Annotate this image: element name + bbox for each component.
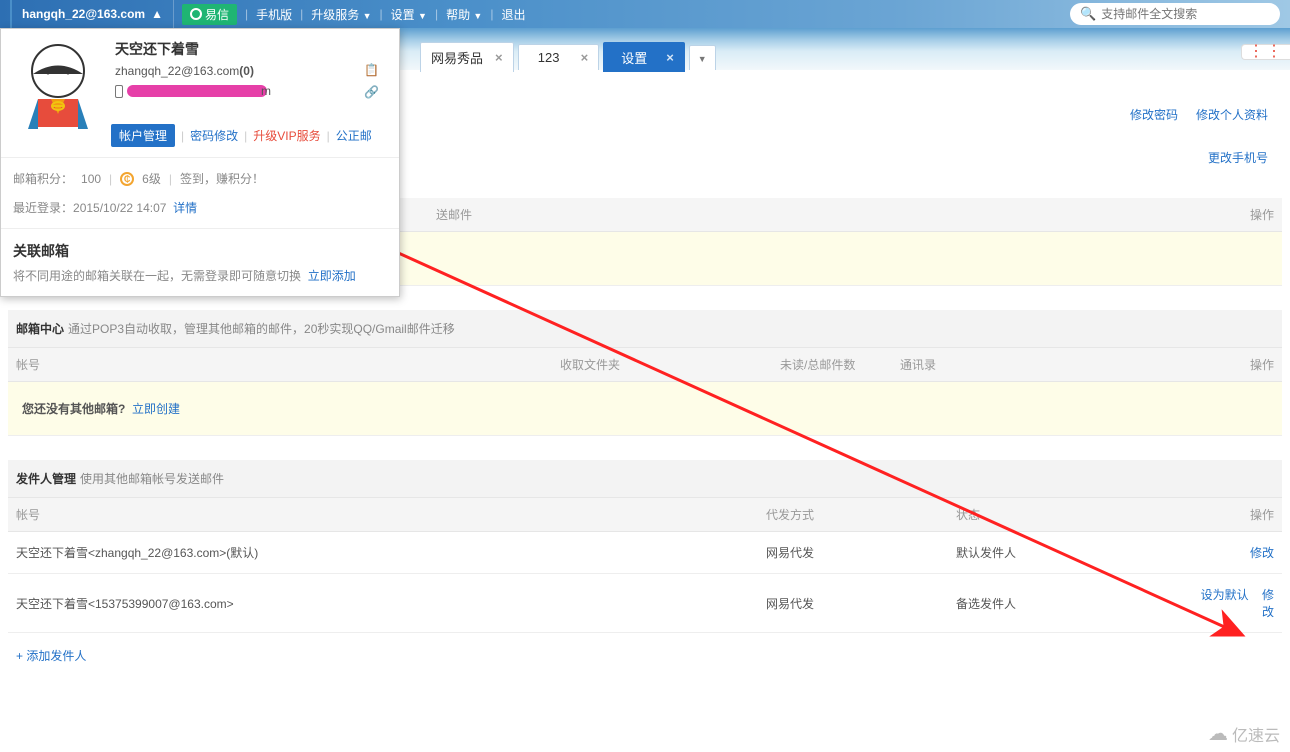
link-add-now[interactable]: 立即添加 [308, 269, 356, 283]
tab-123[interactable]: 123 × [518, 44, 600, 70]
tab-settings[interactable]: 设置 × [603, 42, 685, 72]
table-row: 天空还下着雪<zhangqh_22@163.com>(默认) 网易代发 默认发件… [8, 532, 1282, 574]
sender-mgmt-header: 发件人管理 使用其他邮箱帐号发送邮件 [8, 460, 1282, 498]
sender-account: 天空还下着雪<15375399007@163.com> [16, 595, 766, 612]
link-notary[interactable]: 公正邮 [336, 127, 372, 144]
watermark: ☁ 亿速云 [1208, 721, 1280, 746]
account-email-dropdown[interactable]: hangqh_22@163.com ▲ [10, 0, 174, 28]
set-default-link[interactable]: 设为默认 [1201, 588, 1249, 602]
send-method: 网易代发 [766, 595, 956, 612]
send-method: 网易代发 [766, 544, 956, 561]
profile-phone: m [115, 84, 387, 98]
more-apps-button[interactable]: ⋮⋮ [1241, 44, 1290, 60]
create-now-link[interactable]: 立即创建 [132, 402, 180, 416]
phone-icon [115, 85, 123, 98]
modify-link[interactable]: 修改 [1250, 546, 1274, 560]
nav-logout[interactable]: 退出 [493, 6, 533, 23]
link-change-password[interactable]: 密码修改 [190, 127, 238, 144]
caret-down-icon: ▼ [698, 54, 707, 64]
level-badge-icon: ₵ [120, 172, 134, 186]
nav-help[interactable]: 帮助 ▼ [438, 6, 490, 23]
close-icon[interactable]: × [666, 50, 674, 65]
search-input[interactable] [1101, 7, 1270, 21]
nav-mobile[interactable]: 手机版 [248, 6, 300, 23]
close-icon[interactable]: × [495, 50, 503, 65]
caret-down-icon: ▼ [363, 11, 372, 21]
mailbox-columns: 帐号 收取文件夹 未读/总邮件数 通讯录 操作 [8, 348, 1282, 382]
profile-name: 天空还下着雪 [115, 39, 387, 59]
add-sender-link[interactable]: + 添加发件人 [16, 649, 86, 663]
related-mailbox-desc: 将不同用途的邮箱关联在一起，无需登录即可随意切换 立即添加 [13, 267, 387, 284]
row-ops: 修改 [1186, 544, 1274, 561]
mailbox-center-header: 邮箱中心 通过POP3自动收取，管理其他邮箱的邮件，20秒实现QQ/Gmail邮… [8, 310, 1282, 348]
caret-up-icon: ▲ [151, 7, 163, 21]
avatar [13, 39, 103, 129]
tab-xiupin[interactable]: 网易秀品 × [420, 42, 514, 72]
close-icon[interactable]: × [581, 50, 589, 65]
sender-status: 备选发件人 [956, 595, 1186, 612]
modify-link[interactable]: 修改 [1262, 588, 1274, 619]
caret-down-icon: ▼ [418, 11, 427, 21]
redacted-phone [127, 85, 267, 97]
row-ops: 设为默认 修改 [1186, 586, 1274, 620]
copy-icon[interactable]: 📋 [364, 63, 379, 77]
sender-status: 默认发件人 [956, 544, 1186, 561]
table-row: 天空还下着雪<15375399007@163.com> 网易代发 备选发件人 设… [8, 574, 1282, 633]
link-change-profile[interactable]: 修改个人资料 [1196, 106, 1268, 123]
nav-upgrade[interactable]: 升级服务 ▼ [303, 6, 379, 23]
search-icon: 🔍 [1080, 6, 1096, 22]
yixin-icon [190, 8, 202, 20]
last-login: 最近登录：2015/10/22 14:07 详情 [1, 199, 399, 228]
sender-account: 天空还下着雪<zhangqh_22@163.com>(默认) [16, 544, 766, 561]
account-dropdown-panel: 天空还下着雪 zhangqh_22@163.com(0) 📋 m 🔗 帐户管理 … [0, 28, 400, 297]
related-mailbox-title: 关联邮箱 [13, 241, 387, 261]
link-change-pwd[interactable]: 修改密码 [1130, 106, 1178, 123]
no-other-mailbox-callout: 您还没有其他邮箱? 立即创建 [8, 382, 1282, 436]
nav-settings[interactable]: 设置 ▼ [383, 6, 435, 23]
caret-down-icon: ▼ [473, 11, 482, 21]
stats-row: 邮箱积分：100 | ₵ 6级 | 签到，赚积分！ [1, 157, 399, 199]
attach-icon[interactable]: 🔗 [364, 85, 379, 99]
link-change-phone[interactable]: 更改手机号 [1208, 149, 1268, 166]
cloud-icon: ☁ [1208, 721, 1228, 746]
search-box[interactable]: 🔍 [1070, 3, 1280, 25]
link-upgrade-vip[interactable]: 升级VIP服务 [253, 127, 320, 144]
yixin-button[interactable]: 易信 [182, 4, 237, 25]
top-nav: hangqh_22@163.com ▲ 易信 | 手机版 | 升级服务 ▼ | … [0, 0, 1290, 28]
sender-columns: 帐号 代发方式 状态 操作 [8, 498, 1282, 532]
profile-email: zhangqh_22@163.com(0) [115, 64, 387, 78]
account-email-text: hangqh_22@163.com [22, 7, 145, 21]
tab-more-dropdown[interactable]: ▼ [689, 45, 716, 70]
link-login-detail[interactable]: 详情 [173, 201, 197, 215]
